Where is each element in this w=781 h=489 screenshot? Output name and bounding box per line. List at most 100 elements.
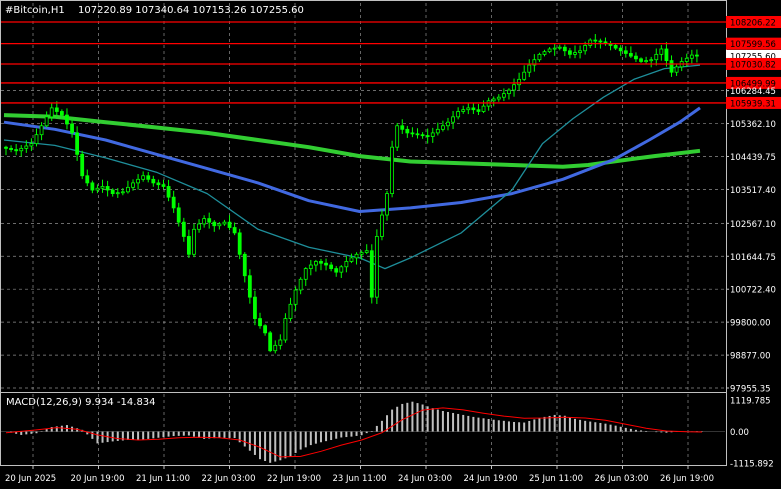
candle-body [126,186,130,193]
price-axis-label: 105362.10 [730,120,776,130]
candle-body [613,45,618,49]
candle-body [522,71,527,80]
time-axis-label: 24 Jun 03:00 [398,474,452,484]
candle-body [59,111,64,116]
time-axis-label: 22 Jun 03:00 [202,474,256,484]
price-axis-label: 100722.40 [730,286,776,296]
candle-body [562,46,567,52]
candle-body [303,268,308,280]
candle-body [4,146,8,149]
candle-body [385,193,389,216]
candle-body [481,105,486,112]
candle-body [136,178,140,184]
candle-body [349,257,354,262]
candle-body [537,53,542,61]
candle-body [476,109,481,112]
candle-body [237,232,242,255]
candle-body [634,55,638,60]
candle-body [232,227,237,234]
time-axis-label: 20 Jun 19:00 [71,474,125,484]
candle-body [95,187,100,191]
grid [1,3,725,465]
time-axis-label: 25 Jun 11:00 [529,474,583,484]
candle-body [659,48,664,55]
candle-body [598,40,603,43]
candle-body [451,116,455,123]
candle-body [110,189,115,195]
candle-body [695,54,699,57]
moving-averages [3,64,701,270]
candle-body [354,253,359,259]
candle-body [44,116,49,127]
candle-body [441,125,445,130]
candle-body [644,60,649,63]
candle-body [151,178,156,184]
candle-body [578,50,582,53]
price-axis-label: 107030.82 [730,60,776,70]
candle-body [390,146,395,195]
candle-body [364,250,369,253]
candle-body [512,84,516,91]
candle-body [115,192,120,195]
candle-body [446,121,450,127]
candle-body [283,318,288,341]
candle-body [593,39,598,42]
candle-body [202,218,207,225]
candle-body [369,250,374,298]
candle-body [19,147,24,152]
candle-body [298,278,303,291]
candle-body [435,128,440,134]
candle-body [9,147,13,150]
price-axis-label: 98877.00 [730,352,771,362]
time-axis-label: 20 Jun 2025 [5,474,56,484]
price-axis-label: 103517.40 [730,186,776,196]
candle-body [639,58,643,62]
time-axis-label: 21 Jun 11:00 [136,474,190,484]
candle-body [308,264,313,269]
time-axis-label: 26 Jun 19:00 [660,474,714,484]
candle-body [217,223,222,227]
macd-panel [1,401,725,463]
candle-body [339,266,344,273]
macd-axis-label: -1115.892 [730,460,774,470]
candle-body [588,39,593,46]
candle-body [85,175,90,184]
candle-body [456,111,461,118]
candle-body [34,134,39,145]
price-axis-label: 97955.35 [730,385,771,395]
macd-axis: 1119.785 0.00 -1115.892 [730,397,774,470]
candle-body [689,54,694,59]
candle-body [430,132,435,137]
chart-ohlc-readout: 107220.89 107340.64 107153.26 107255.60 [78,5,304,16]
price-axis-label: 105939.31 [730,99,776,109]
candle-body [278,339,283,346]
candle-body [415,133,420,136]
candle-body [212,221,217,227]
candle-body [156,182,161,186]
macd-axis-label: 0.00 [730,428,749,438]
macd-signal-line [5,407,703,458]
candle-body [29,143,34,147]
candle-body [319,261,323,264]
candle-body [105,186,110,191]
candle-body [674,66,679,73]
candle-body [623,50,628,54]
price-axis-label: 107599.56 [730,40,776,50]
candle-body [669,60,674,73]
candles [4,34,699,354]
candle-body [471,107,476,111]
candle-body [583,45,588,52]
candle-body [359,252,364,255]
candle-body [491,98,496,102]
candle-body [649,59,654,62]
main-frame [0,0,727,466]
candle-body [65,114,69,125]
candle-body [176,207,181,223]
candle-body [654,53,659,61]
candle-body [161,184,166,187]
chart-canvas[interactable]: #Bitcoin,H1 107220.89 107340.64 107153.2… [0,0,781,489]
price-axis-label: 108206.22 [730,19,776,29]
trading-chart-window: #Bitcoin,H1 107220.89 107340.64 107153.2… [0,0,781,489]
candle-body [171,196,176,209]
candle-body [573,52,577,55]
